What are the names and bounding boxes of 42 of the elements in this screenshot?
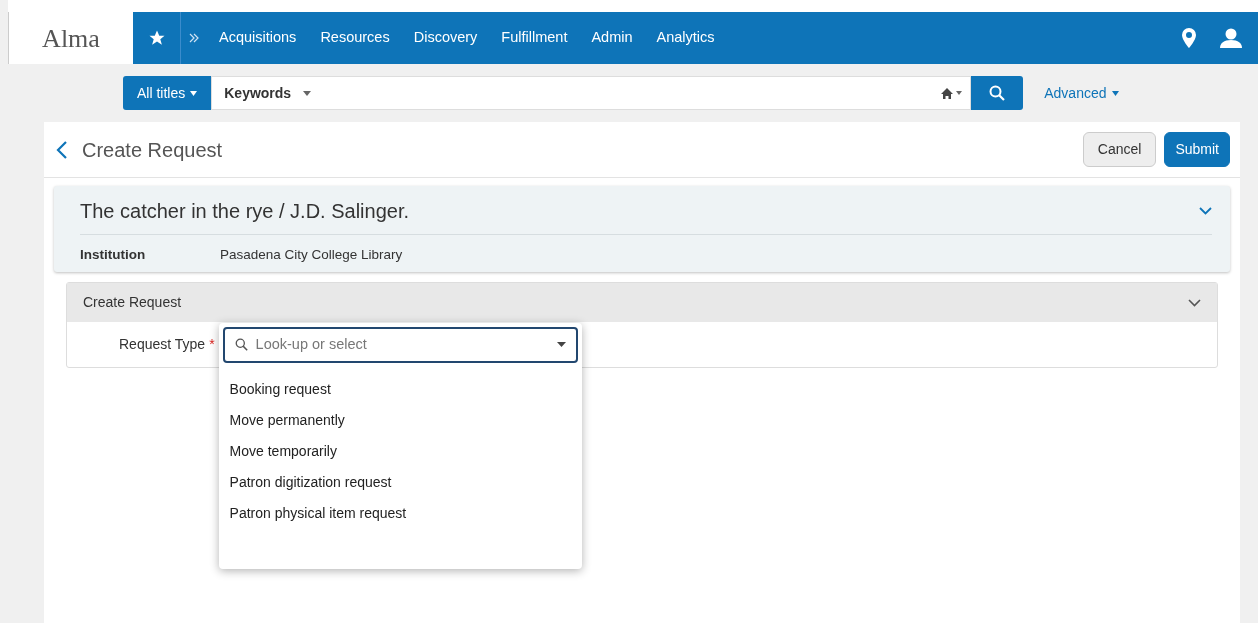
field-label: Request Type <box>119 335 206 355</box>
caret-icon <box>303 90 312 96</box>
search-button[interactable] <box>971 76 1024 110</box>
section-header[interactable]: Create Request <box>67 283 1217 323</box>
caret-icon <box>556 342 566 348</box>
nav-link[interactable]: Admin <box>579 27 645 49</box>
chevron-icon <box>1188 298 1201 307</box>
double-chevron-icon[interactable] <box>189 33 199 43</box>
submit-button[interactable]: Submit <box>1164 132 1230 167</box>
caret-icon <box>956 91 963 95</box>
caret-icon <box>190 91 198 97</box>
user-icon[interactable] <box>1220 28 1242 48</box>
home-icon <box>941 87 954 99</box>
field-value: Pasadena City College Library <box>220 246 403 264</box>
home-dropdown[interactable] <box>941 87 963 99</box>
nav-link[interactable]: Acquisitions <box>207 27 309 49</box>
dropdown-option[interactable]: Patron physical item request <box>218 496 582 528</box>
search-icon <box>234 338 248 352</box>
search-field[interactable]: Keywords <box>211 76 972 110</box>
location-pin-icon[interactable] <box>1182 28 1196 48</box>
chevron-down-icon[interactable] <box>1199 207 1212 215</box>
cancel-button[interactable]: Cancel <box>1082 132 1157 167</box>
required-marker: * <box>209 335 215 355</box>
record-title: The catcher in the rye / J.D. Salinger. <box>80 199 410 224</box>
dropdown-option[interactable]: Patron digitization request <box>218 465 582 497</box>
nav-link[interactable]: Resources <box>308 27 402 49</box>
search-icon <box>989 85 1006 101</box>
field-label: Institution <box>80 246 147 264</box>
nav-link[interactable]: Analytics <box>644 27 727 49</box>
advanced-search-link[interactable]: Advanced <box>1044 82 1119 104</box>
request-type-field[interactable]: Look-up or select <box>222 326 578 363</box>
star-icon <box>147 29 166 47</box>
back-icon[interactable] <box>56 139 68 160</box>
nav-link[interactable]: Discovery <box>401 27 490 49</box>
dropdown-option[interactable]: Booking request <box>218 372 582 404</box>
dropdown-option[interactable]: Move permanently <box>218 403 582 435</box>
dropdown-option[interactable]: Move temporarily <box>218 434 582 466</box>
section-title: Create Request <box>83 293 182 313</box>
nav-link[interactable]: Fulfillment <box>489 27 580 49</box>
search-scope-dropdown[interactable]: All titles <box>123 76 212 110</box>
caret-icon <box>1111 91 1119 97</box>
page-title: Create Request <box>82 137 223 163</box>
